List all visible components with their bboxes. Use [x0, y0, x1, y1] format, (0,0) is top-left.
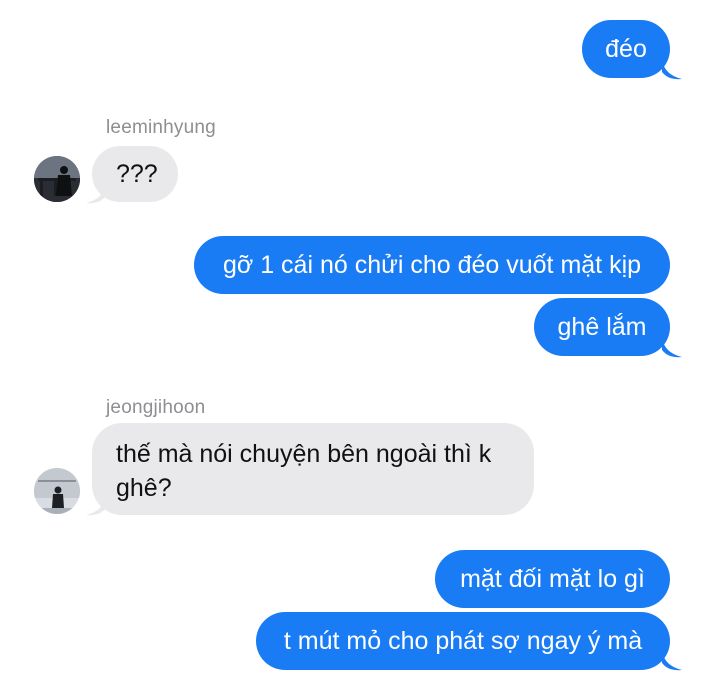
- message-text: t mút mỏ cho phát sợ ngay ý mà: [283, 627, 643, 655]
- message-text: ???: [116, 160, 158, 188]
- bubble-tail: [662, 338, 682, 358]
- bubble-tail: [86, 184, 106, 204]
- message-text: thế mà nói chuyện bên ngoài thì k ghê?: [116, 440, 492, 502]
- received-message-bubble[interactable]: thế mà nói chuyện bên ngoài thì k ghê?: [92, 423, 534, 515]
- message-text: đéo: [605, 35, 647, 63]
- message-text: mặt đối mặt lo gì: [460, 565, 645, 593]
- bubble-tail: [86, 496, 106, 516]
- message-text: ghê lắm: [557, 313, 647, 341]
- bubble-tail: [662, 651, 682, 671]
- sent-message-bubble[interactable]: t mút mỏ cho phát sợ ngay ý mà: [256, 612, 670, 670]
- bubble-tail: [662, 60, 682, 80]
- message-text: gỡ 1 cái nó chửi cho đéo vuốt mặt kịp: [222, 251, 642, 279]
- avatar-image-icon: [34, 468, 80, 514]
- avatar[interactable]: [34, 156, 80, 202]
- chat-thread: đéo leeminhyung ??? gỡ 1 cái nó chửi cho…: [0, 0, 720, 677]
- sender-name: jeongjihoon: [106, 397, 206, 418]
- avatar-image-icon: [34, 156, 80, 202]
- sender-name: leeminhyung: [106, 117, 216, 138]
- sent-message-bubble[interactable]: ghê lắm: [534, 298, 670, 356]
- avatar[interactable]: [34, 468, 80, 514]
- sent-message-bubble[interactable]: đéo: [582, 20, 670, 78]
- sent-message-bubble[interactable]: gỡ 1 cái nó chửi cho đéo vuốt mặt kịp: [194, 236, 670, 294]
- sent-message-bubble[interactable]: mặt đối mặt lo gì: [435, 550, 670, 608]
